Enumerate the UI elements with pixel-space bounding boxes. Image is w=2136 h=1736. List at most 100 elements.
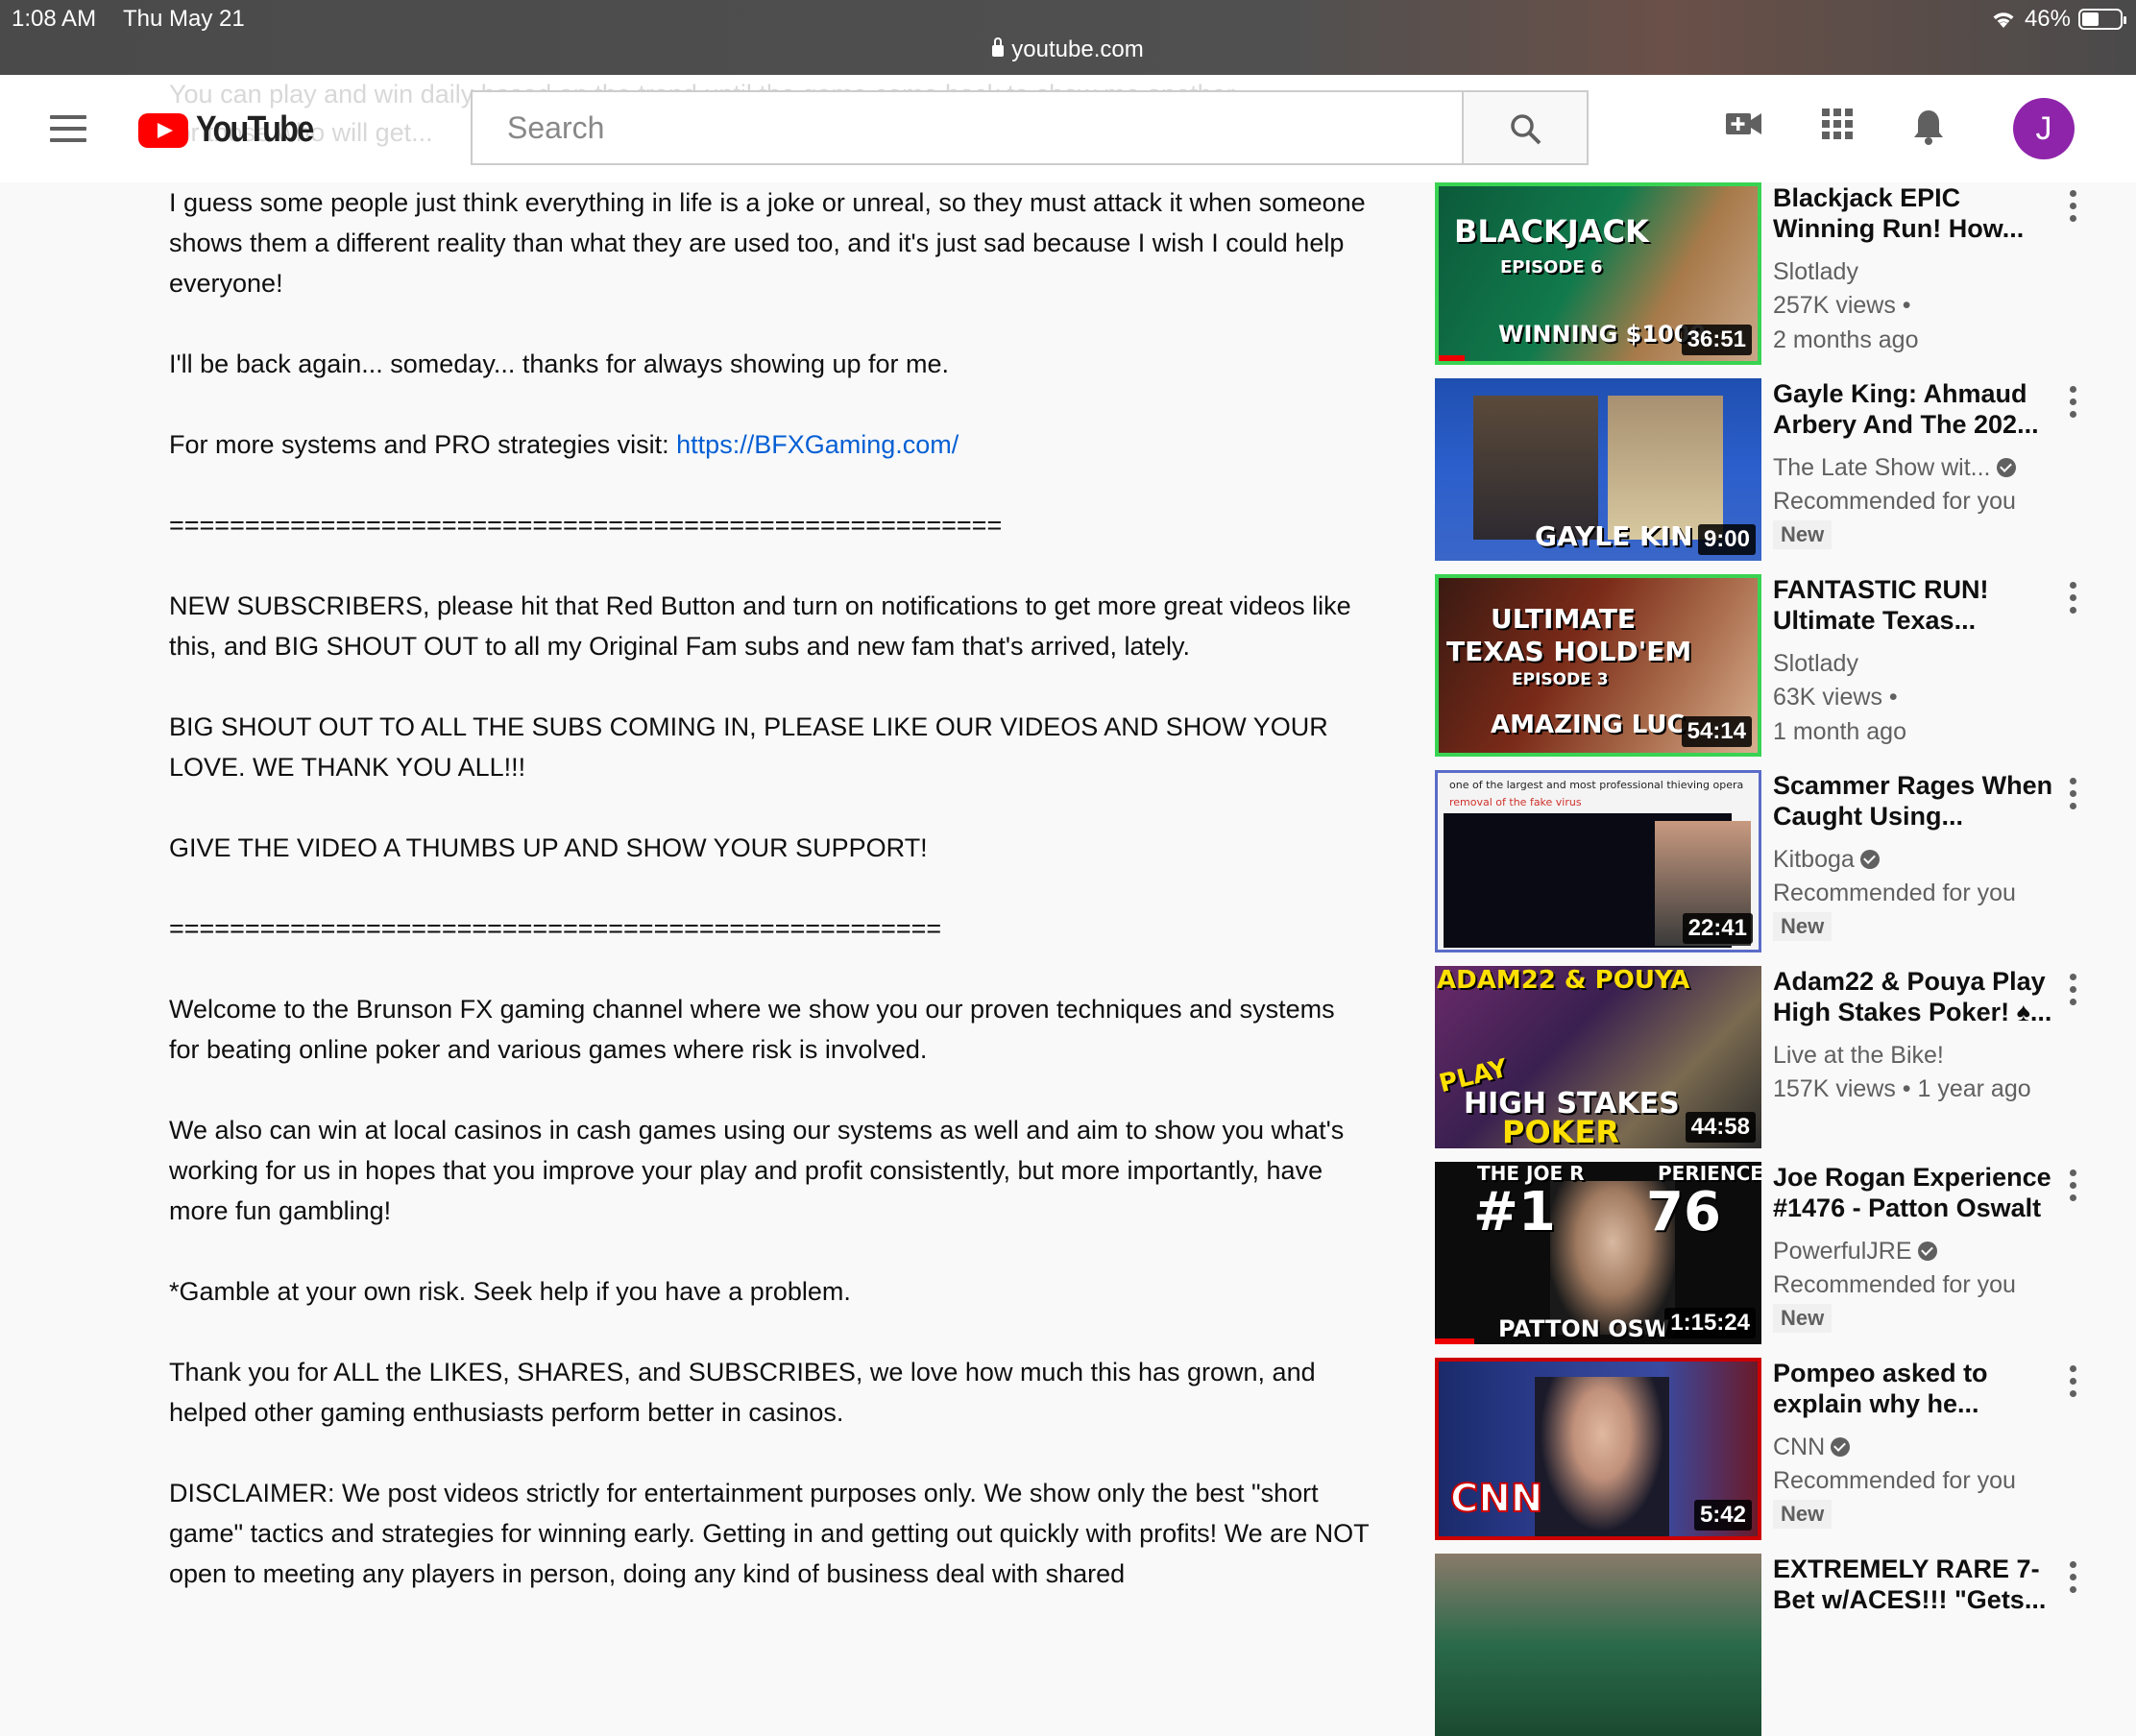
create-video-icon[interactable]	[1725, 108, 1763, 140]
youtube-header: You can play and win daily based on the …	[0, 75, 2136, 182]
upload-age: 1 month ago	[1773, 718, 1906, 745]
desc-divider: ========================================…	[169, 511, 1003, 540]
channel-name[interactable]: Slotlady	[1773, 647, 2061, 680]
desc-paragraph: I guess some people just think everythin…	[169, 188, 1366, 298]
more-vert-icon[interactable]	[2061, 1169, 2084, 1208]
more-vert-icon[interactable]	[2061, 386, 2084, 424]
video-title[interactable]: FANTASTIC RUN! Ultimate Texas...	[1773, 574, 2061, 636]
watch-progress-bar	[1435, 1338, 1474, 1344]
video-thumbnail[interactable]: one of the largest and most professional…	[1435, 770, 1761, 952]
apps-icon[interactable]	[1821, 108, 1854, 140]
search-icon	[1511, 114, 1541, 145]
thumb-text: one of the largest and most professional…	[1449, 779, 1744, 791]
youtube-wordmark: YouTube	[196, 109, 314, 150]
more-vert-icon[interactable]	[2061, 974, 2084, 1012]
avatar[interactable]: J	[2013, 98, 2075, 159]
video-duration: 9:00	[1697, 524, 1756, 555]
channel-label: Kitboga	[1773, 846, 1855, 873]
thumb-text: EPISODE 3	[1512, 670, 1609, 689]
video-thumbnail[interactable]: ULTIMATE TEXAS HOLD'EM EPISODE 3 AMAZING…	[1435, 574, 1761, 757]
verified-icon	[1859, 850, 1880, 869]
desc-paragraph: Thank you for ALL the LIKES, SHARES, and…	[169, 1358, 1316, 1427]
video-meta: Blackjack EPIC Winning Run! How... Slotl…	[1773, 182, 2061, 357]
video-duration: 1:15:24	[1664, 1308, 1756, 1338]
view-count-and-age: 157K views • 1 year ago	[1773, 1075, 2031, 1102]
video-card[interactable]: ADAM22 & POUYA PLAY HIGH STAKES POKER 44…	[1435, 966, 2126, 1148]
video-card[interactable]: BLACKJACK EPISODE 6 WINNING $1000 36:51 …	[1435, 182, 2126, 365]
search-box[interactable]	[471, 90, 1464, 165]
thumb-text: 76	[1646, 1181, 1721, 1243]
thumb-text: TEXAS HOLD'EM	[1446, 636, 1692, 667]
status-time: 1:08 AM	[12, 6, 97, 32]
search-input[interactable]	[473, 92, 1462, 163]
video-title[interactable]: Adam22 & Pouya Play High Stakes Poker! ♠…	[1773, 966, 2061, 1027]
channel-name[interactable]: Slotlady	[1773, 255, 2061, 288]
video-thumbnail[interactable]	[1435, 1554, 1761, 1736]
more-vert-icon[interactable]	[2061, 190, 2084, 229]
verified-icon	[1917, 1242, 1937, 1261]
channel-label: PowerfulJRE	[1773, 1238, 1912, 1265]
video-thumbnail[interactable]: CNN 5:42	[1435, 1358, 1761, 1540]
channel-name[interactable]: PowerfulJRE	[1773, 1235, 2061, 1267]
desc-paragraph: We also can win at local casinos in cash…	[169, 1116, 1345, 1225]
channel-name[interactable]: The Late Show wit...	[1773, 451, 2061, 484]
channel-name[interactable]: Kitboga	[1773, 843, 2061, 876]
thumb-text: PATTON OSW	[1498, 1315, 1670, 1342]
youtube-logo[interactable]: YouTube	[138, 109, 333, 151]
video-description: I guess some people just think everythin…	[169, 182, 1370, 1634]
video-meta: FANTASTIC RUN! Ultimate Texas... Slotlad…	[1773, 574, 2061, 749]
video-thumbnail[interactable]: ADAM22 & POUYA PLAY HIGH STAKES POKER 44…	[1435, 966, 1761, 1148]
battery-fill	[2082, 12, 2100, 26]
video-meta: Adam22 & Pouya Play High Stakes Poker! ♠…	[1773, 966, 2061, 1106]
view-count: 63K views •	[1773, 684, 1898, 711]
thumb-text: removal of the fake virus	[1449, 796, 1582, 808]
verified-icon	[1831, 1437, 1851, 1457]
desc-paragraph: BIG SHOUT OUT TO ALL THE SUBS COMING IN,…	[169, 712, 1328, 782]
menu-icon[interactable]	[50, 115, 86, 142]
video-card[interactable]: EXTREMELY RARE 7-Bet w/ACES!!! "Gets...	[1435, 1554, 2126, 1736]
video-card[interactable]: CNN 5:42 Pompeo asked to explain why he.…	[1435, 1358, 2126, 1540]
video-card[interactable]: one of the largest and most professional…	[1435, 770, 2126, 952]
thumb-text: BLACKJACK	[1454, 213, 1649, 250]
new-badge: New	[1773, 1500, 1833, 1529]
channel-label: CNN	[1773, 1434, 1826, 1460]
video-title[interactable]: EXTREMELY RARE 7-Bet w/ACES!!! "Gets...	[1773, 1554, 2061, 1615]
video-thumbnail[interactable]: GAYLE KIN 9:00	[1435, 378, 1761, 561]
video-title[interactable]: Pompeo asked to explain why he...	[1773, 1358, 2061, 1419]
thumb-text: #1	[1473, 1181, 1556, 1243]
search-button[interactable]	[1464, 90, 1589, 165]
thumb-text: POKER	[1502, 1114, 1619, 1148]
video-card[interactable]: GAYLE KIN 9:00 Gayle King: Ahmaud Arbery…	[1435, 378, 2126, 561]
video-title[interactable]: Scammer Rages When Caught Using...	[1773, 770, 2061, 832]
video-card[interactable]: THE JOE R PERIENCE #1 76 PATTON OSW 1:15…	[1435, 1162, 2126, 1344]
video-title[interactable]: Gayle King: Ahmaud Arbery And The 202...	[1773, 378, 2061, 440]
new-badge: New	[1773, 1304, 1833, 1333]
more-vert-icon[interactable]	[2061, 778, 2084, 816]
desc-paragraph: NEW SUBSCRIBERS, please hit that Red But…	[169, 591, 1351, 661]
bfx-gaming-link[interactable]: https://BFXGaming.com/	[676, 430, 959, 459]
address-bar[interactable]: youtube.com	[0, 36, 2136, 63]
video-thumbnail[interactable]: BLACKJACK EPISODE 6 WINNING $1000 36:51	[1435, 182, 1761, 365]
status-right: 46%	[1990, 6, 2126, 33]
video-card[interactable]: ULTIMATE TEXAS HOLD'EM EPISODE 3 AMAZING…	[1435, 574, 2126, 757]
thumb-text: ADAM22 & POUYA	[1437, 966, 1690, 995]
more-vert-icon[interactable]	[2061, 1561, 2084, 1600]
recommendation-note: Recommended for you	[1773, 880, 2016, 906]
video-title[interactable]: Blackjack EPIC Winning Run! How...	[1773, 182, 2061, 244]
more-vert-icon[interactable]	[2061, 582, 2084, 620]
more-vert-icon[interactable]	[2061, 1365, 2084, 1404]
status-bar: 1:08 AM Thu May 21 46% youtube.com	[0, 0, 2136, 75]
video-thumbnail[interactable]: THE JOE R PERIENCE #1 76 PATTON OSW 1:15…	[1435, 1162, 1761, 1344]
video-duration: 36:51	[1681, 325, 1752, 355]
new-badge: New	[1773, 912, 1833, 941]
desc-paragraph: *Gamble at your own risk. Seek help if y…	[169, 1277, 851, 1306]
bell-icon[interactable]	[1911, 108, 1946, 146]
desc-link-prefix: For more systems and PRO strategies visi…	[169, 430, 677, 459]
video-title[interactable]: Joe Rogan Experience #1476 - Patton Oswa…	[1773, 1162, 2061, 1223]
channel-name[interactable]: CNN	[1773, 1431, 2061, 1463]
battery-percent: 46%	[2024, 6, 2071, 32]
video-meta: Pompeo asked to explain why he... CNN Re…	[1773, 1358, 2061, 1529]
channel-name[interactable]: Live at the Bike!	[1773, 1039, 2061, 1072]
recommendation-note: Recommended for you	[1773, 1271, 2016, 1298]
url-text: youtube.com	[1011, 36, 1144, 62]
